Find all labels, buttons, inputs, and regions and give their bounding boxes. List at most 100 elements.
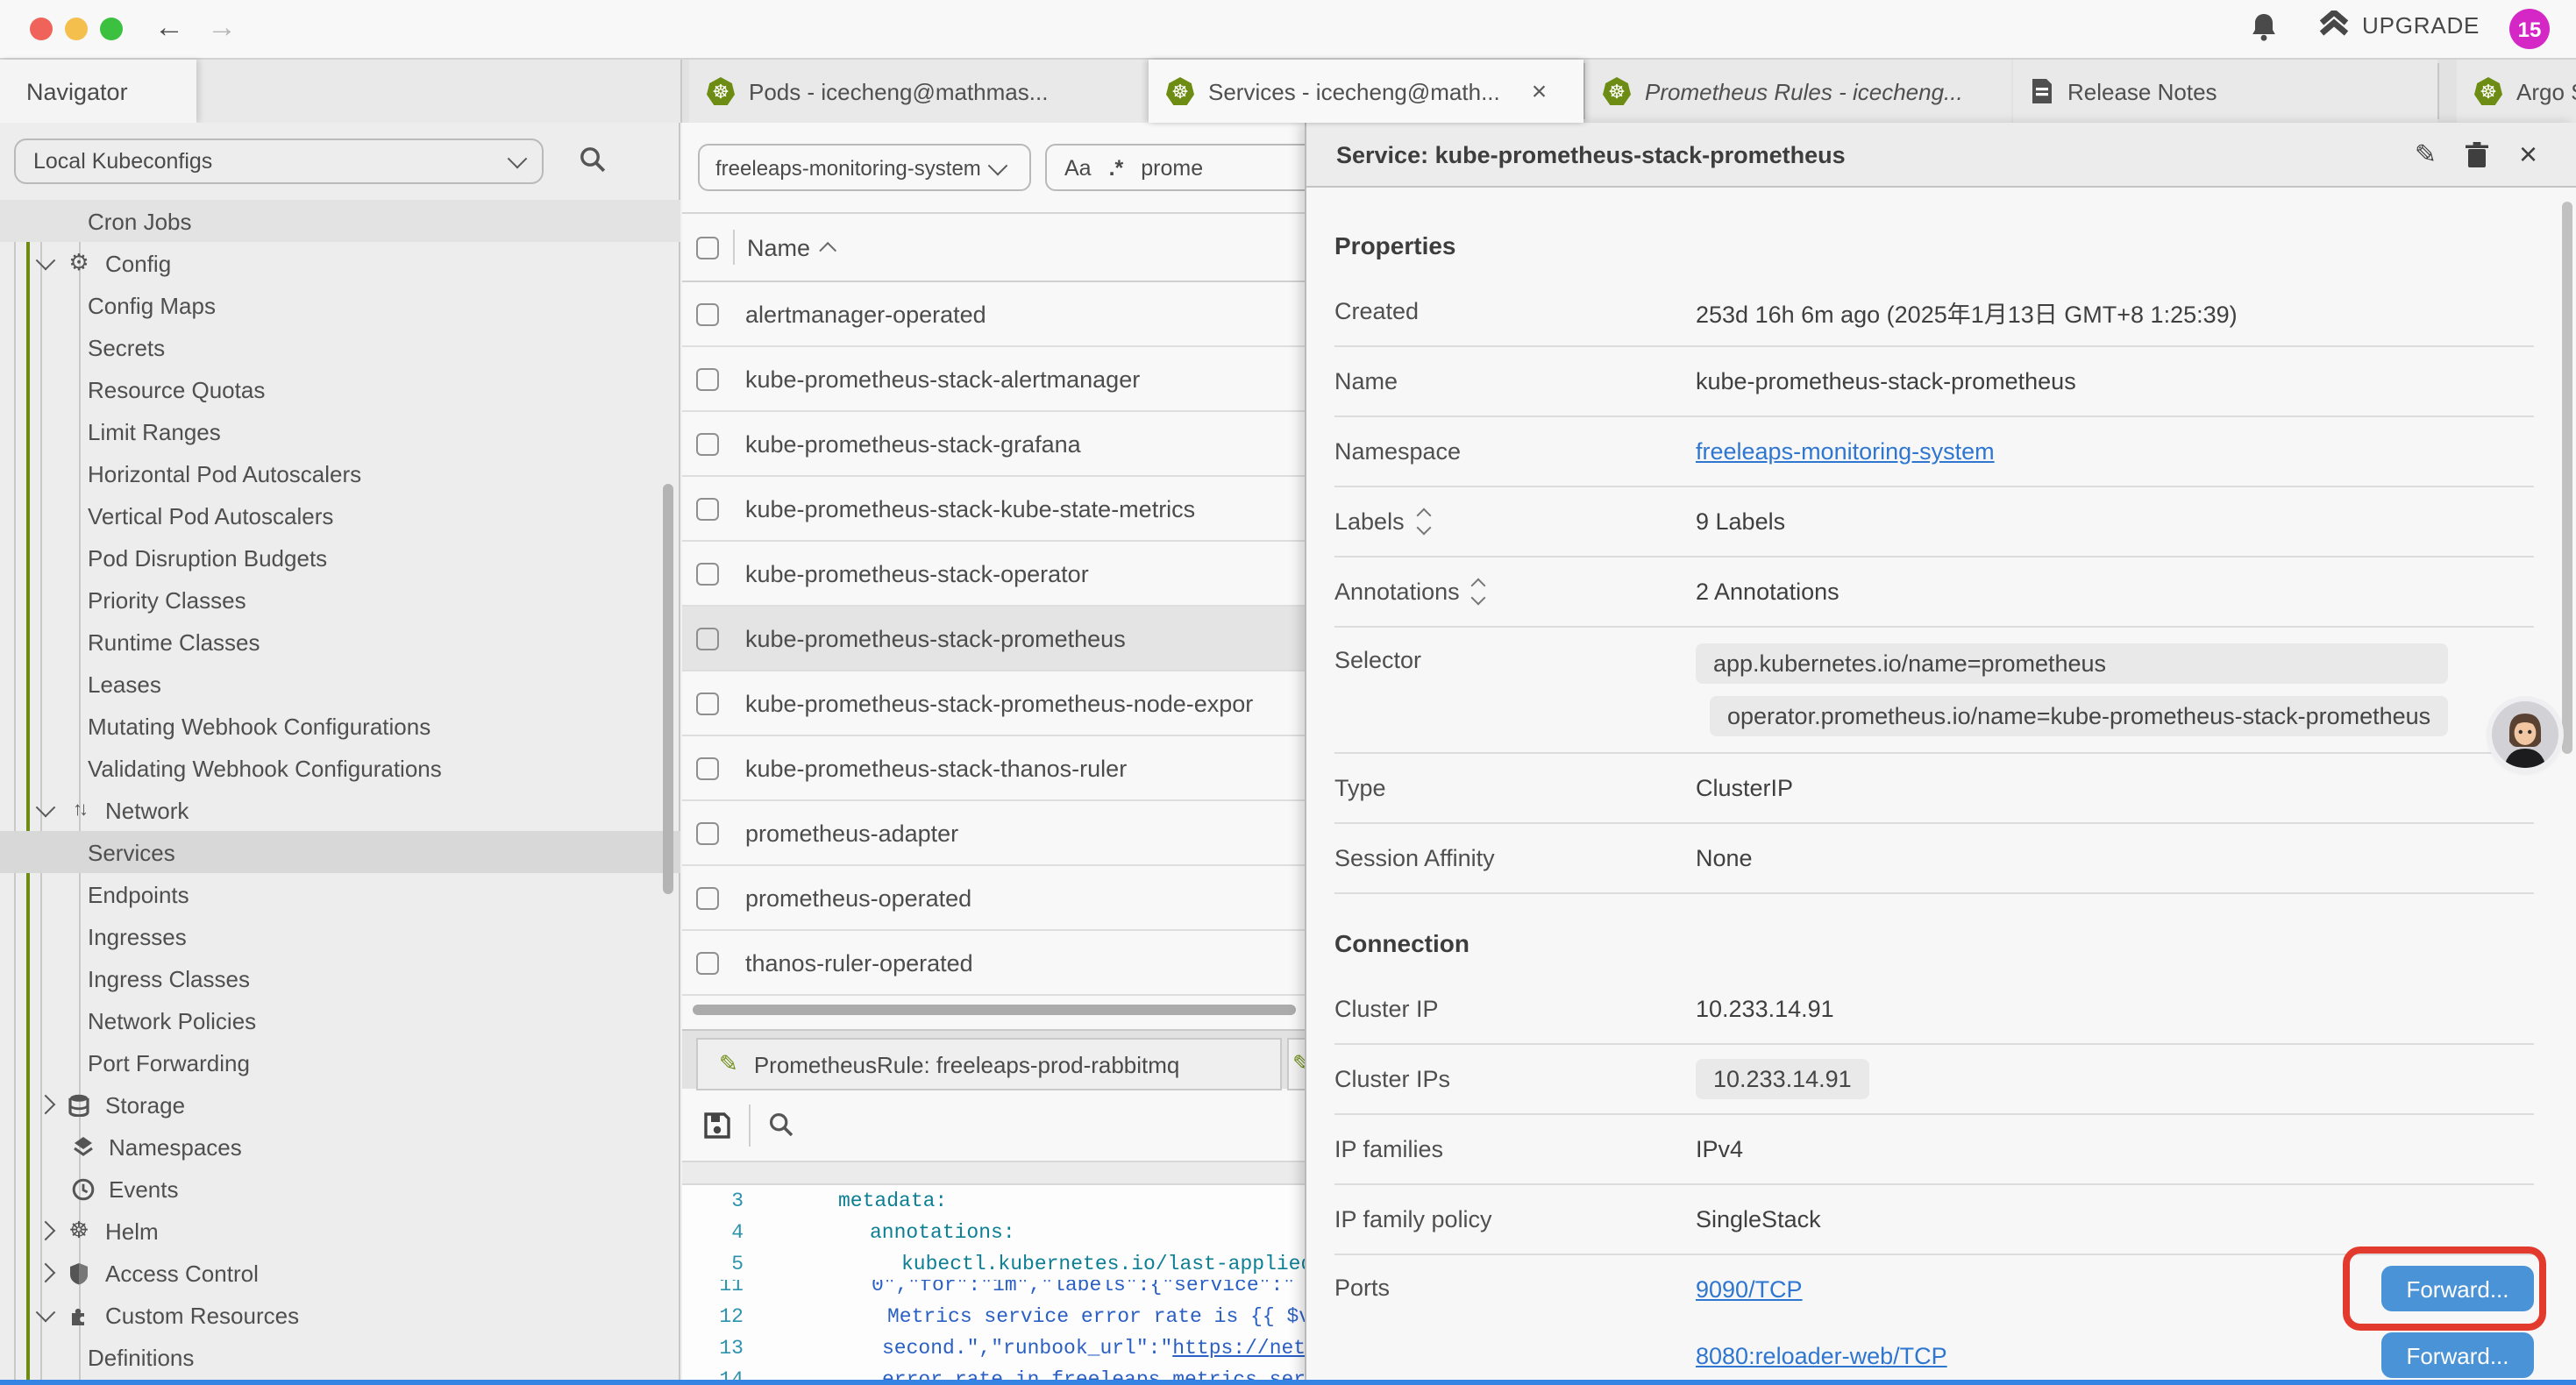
chevron-right-icon[interactable] — [36, 1095, 56, 1115]
sidebar-item-pod-disruption-budgets[interactable]: Pod Disruption Budgets — [0, 536, 680, 579]
search-input[interactable]: Aa .* prome — [1045, 144, 1306, 191]
sidebar-item-resource-quotas[interactable]: Resource Quotas — [0, 368, 680, 410]
row-checkbox[interactable] — [696, 302, 719, 325]
row-checkbox[interactable] — [696, 886, 719, 909]
delete-trash-icon[interactable] — [2466, 141, 2489, 167]
row-checkbox[interactable] — [696, 951, 719, 974]
forward-arrow-icon[interactable]: → — [207, 9, 237, 47]
table-row[interactable]: prometheus-adapter — [682, 801, 1306, 866]
port-link-8080[interactable]: 8080:reloader-web/TCP — [1696, 1342, 1947, 1368]
sidebar-item-network-policies[interactable]: Network Policies — [0, 999, 680, 1041]
sidebar-item-horizontal-pod-autoscalers[interactable]: Horizontal Pod Autoscalers — [0, 452, 680, 494]
sidebar-item-endpoints[interactable]: Endpoints — [0, 873, 680, 915]
sidebar-item-storage[interactable]: Storage — [0, 1083, 680, 1126]
table-row[interactable]: kube-prometheus-stack-grafana — [682, 412, 1306, 477]
sidebar-item-namespaces[interactable]: Namespaces — [0, 1126, 680, 1168]
tab-release-notes[interactable]: Release Notes — [2013, 60, 2437, 123]
editor-search-icon[interactable] — [768, 1112, 794, 1138]
close-tab-icon[interactable]: × — [1532, 76, 1548, 106]
row-checkbox[interactable] — [696, 432, 719, 455]
edit-pencil-icon[interactable]: ✎ — [2415, 138, 2437, 170]
table-row[interactable]: prometheus-operated — [682, 866, 1306, 931]
row-checkbox[interactable] — [696, 497, 719, 520]
table-row[interactable]: alertmanager-operated — [682, 282, 1306, 347]
chevron-down-icon[interactable] — [36, 251, 56, 271]
maximize-window-traffic-light[interactable] — [100, 18, 123, 40]
table-row-selected[interactable]: kube-prometheus-stack-prometheus — [682, 607, 1306, 671]
row-checkbox[interactable] — [696, 367, 719, 390]
select-all-checkbox[interactable] — [696, 236, 719, 259]
forward-button-8080[interactable]: Forward... — [2381, 1332, 2534, 1378]
minimize-window-traffic-light[interactable] — [65, 18, 88, 40]
upgrade-button[interactable]: UPGRADE — [2318, 11, 2480, 39]
close-window-traffic-light[interactable] — [30, 18, 53, 40]
sidebar-scrollbar-thumb[interactable] — [663, 484, 673, 894]
sidebar-item-services[interactable]: Services — [0, 831, 680, 873]
chevron-down-icon[interactable] — [36, 798, 56, 818]
tab-pods[interactable]: ☸ Pods - icecheng@mathmas... — [689, 60, 1149, 123]
sidebar-item-ingresses[interactable]: Ingresses — [0, 915, 680, 957]
sidebar-item-network[interactable]: ↑↓ Network — [0, 789, 680, 831]
row-checkbox[interactable] — [696, 756, 719, 779]
table-row[interactable]: kube-prometheus-stack-thanos-ruler — [682, 736, 1306, 801]
kubeconfig-select[interactable]: Local Kubeconfigs — [14, 138, 544, 184]
namespace-select[interactable]: freeleaps-monitoring-system — [698, 144, 1031, 191]
chevron-right-icon[interactable] — [36, 1221, 56, 1241]
row-checkbox[interactable] — [696, 692, 719, 714]
sidebar-item-mutating-webhook-configurations[interactable]: Mutating Webhook Configurations — [0, 705, 680, 747]
sidebar-item-leases[interactable]: Leases — [0, 663, 680, 705]
chevron-right-icon[interactable] — [36, 1263, 56, 1283]
sidebar-item-config[interactable]: ⚙ Config — [0, 242, 680, 284]
sidebar-item-secrets[interactable]: Secrets — [0, 326, 680, 368]
connection-row-cluster-ip: Cluster IP 10.233.14.91 — [1334, 975, 2534, 1045]
sidebar-item-port-forwarding[interactable]: Port Forwarding — [0, 1041, 680, 1083]
editor-tab-partial[interactable]: ✎ — [1287, 1038, 1306, 1090]
column-header-name[interactable]: Name — [747, 234, 836, 260]
sidebar-item-definitions[interactable]: Definitions — [0, 1336, 680, 1378]
sidebar-item-runtime-classes[interactable]: Runtime Classes — [0, 621, 680, 663]
table-row[interactable]: kube-prometheus-stack-operator — [682, 542, 1306, 607]
sidebar-item-config-maps[interactable]: Config Maps — [0, 284, 680, 326]
sidebar-item-custom-resources[interactable]: Custom Resources — [0, 1294, 680, 1336]
row-checkbox[interactable] — [696, 821, 719, 844]
sidebar-item-validating-webhook-configurations[interactable]: Validating Webhook Configurations — [0, 747, 680, 789]
sidebar-search-icon[interactable] — [579, 146, 607, 174]
expand-collapse-icon[interactable] — [1419, 510, 1429, 533]
sidebar-item-events[interactable]: Events — [0, 1168, 680, 1210]
chevron-down-icon[interactable] — [36, 1303, 56, 1323]
port-link-9090[interactable]: 9090/TCP — [1696, 1275, 1803, 1302]
table-row[interactable]: kube-prometheus-stack-alertmanager — [682, 347, 1306, 412]
double-chevron-up-icon — [2318, 11, 2350, 39]
table-row[interactable]: kube-prometheus-stack-prometheus-node-ex… — [682, 671, 1306, 736]
editor-code-area[interactable]: 3metadata: 4annotations: 5kubectl.kubern… — [682, 1185, 1306, 1385]
forward-button-9090[interactable]: Forward... — [2381, 1266, 2534, 1311]
sidebar-item-access-control[interactable]: Access Control — [0, 1252, 680, 1294]
table-row[interactable]: thanos-ruler-operated — [682, 931, 1306, 996]
table-row[interactable]: kube-prometheus-stack-kube-state-metrics — [682, 477, 1306, 542]
notification-count-badge[interactable]: 15 — [2509, 9, 2550, 49]
save-icon[interactable] — [703, 1111, 731, 1139]
sidebar-item-limit-ranges[interactable]: Limit Ranges — [0, 410, 680, 452]
regex-toggle[interactable]: .* — [1109, 155, 1124, 180]
expand-collapse-icon[interactable] — [1474, 580, 1484, 603]
details-scrollbar-thumb[interactable] — [2562, 202, 2572, 754]
sidebar-item-priority-classes[interactable]: Priority Classes — [0, 579, 680, 621]
close-icon[interactable]: × — [2519, 136, 2537, 173]
horizontal-scrollbar-thumb[interactable] — [693, 1005, 1296, 1015]
sidebar-item-vertical-pod-autoscalers[interactable]: Vertical Pod Autoscalers — [0, 494, 680, 536]
notifications-bell-icon[interactable] — [2250, 12, 2278, 44]
editor-tab-prometheusrule[interactable]: ✎ PrometheusRule: freeleaps-prod-rabbitm… — [696, 1038, 1282, 1090]
tab-argo[interactable]: ☸ Argo Se — [2457, 60, 2576, 123]
row-checkbox[interactable] — [696, 627, 719, 650]
tab-prometheus-rules[interactable]: ☸ Prometheus Rules - icecheng... — [1585, 60, 2011, 123]
sidebar-item-ingress-classes[interactable]: Ingress Classes — [0, 957, 680, 999]
namespace-link[interactable]: freeleaps-monitoring-system — [1696, 438, 1995, 465]
row-checkbox[interactable] — [696, 562, 719, 585]
sidebar-item-cron-jobs[interactable]: Cron Jobs — [0, 200, 680, 242]
match-case-toggle[interactable]: Aa — [1064, 155, 1092, 180]
back-arrow-icon[interactable]: ← — [154, 9, 184, 47]
tab-navigator[interactable]: Navigator — [0, 60, 196, 123]
tab-services[interactable]: ☸ Services - icecheng@math... × — [1149, 60, 1583, 123]
sidebar-item-helm[interactable]: ☸ Helm — [0, 1210, 680, 1252]
user-avatar[interactable] — [2492, 701, 2558, 768]
